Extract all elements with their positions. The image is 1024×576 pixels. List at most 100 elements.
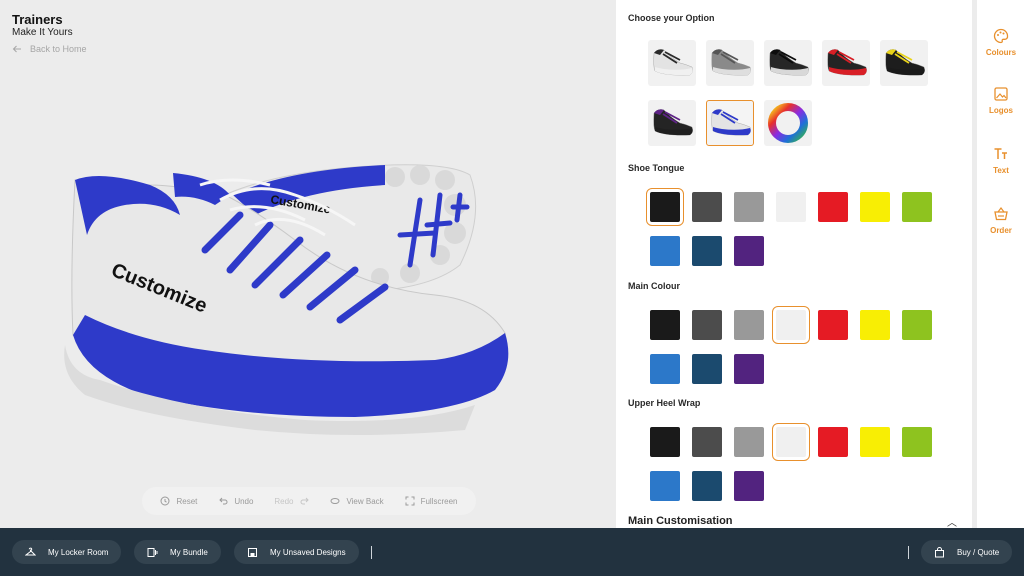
rotate-view-icon — [330, 498, 340, 504]
bag-icon — [935, 546, 944, 557]
custom-colour-wheel-option[interactable] — [764, 100, 812, 146]
swatch-upper-heel-wrap-0[interactable] — [650, 427, 680, 457]
bottom-divider-right — [908, 546, 909, 559]
back-label: Back to Home — [30, 44, 87, 54]
swatch-shoe-tongue-0[interactable] — [650, 192, 680, 222]
swatch-shoe-tongue-2[interactable] — [734, 192, 764, 222]
undo-label: Undo — [234, 496, 254, 506]
swatch-upper-heel-wrap-8[interactable] — [692, 471, 722, 501]
swatch-upper-heel-wrap-9[interactable] — [734, 471, 764, 501]
swatch-upper-heel-wrap-5[interactable] — [860, 427, 890, 457]
rail-item-text[interactable]: Text — [977, 132, 1024, 188]
rail-item-colours[interactable]: Colours — [977, 14, 1024, 70]
main-colour-heading: Main Colour — [628, 281, 680, 291]
swatch-upper-heel-wrap-3[interactable] — [776, 427, 806, 457]
locker-label: My Locker Room — [48, 547, 109, 557]
buy-quote-button[interactable]: Buy / Quote — [921, 540, 1013, 564]
swatch-shoe-tongue-8[interactable] — [692, 236, 722, 266]
swatch-shoe-tongue-9[interactable] — [734, 236, 764, 266]
swatch-main-colour-8[interactable] — [692, 354, 722, 384]
my-bundle-button[interactable]: My Bundle — [134, 540, 221, 564]
swatch-main-colour-1[interactable] — [692, 310, 722, 340]
redo-label: Redo — [274, 496, 294, 506]
page-title: Trainers — [12, 12, 63, 27]
fullscreen-label: Fullscreen — [420, 496, 458, 506]
swatch-upper-heel-wrap-6[interactable] — [902, 427, 932, 457]
swatch-main-colour-0[interactable] — [650, 310, 680, 340]
back-to-home-link[interactable]: Back to Home — [12, 44, 87, 54]
save-icon — [248, 547, 257, 557]
swatch-main-colour-4[interactable] — [818, 310, 848, 340]
shoe-thumbnail — [711, 49, 751, 76]
swatch-shoe-tongue-5[interactable] — [860, 192, 890, 222]
choose-option-heading: Choose your Option — [628, 13, 715, 23]
bottom-divider-left — [371, 546, 372, 559]
option-thumb-black[interactable] — [764, 40, 812, 86]
buy-label: Buy / Quote — [957, 547, 1000, 557]
redo-icon — [300, 497, 309, 505]
swatch-main-colour-6[interactable] — [902, 310, 932, 340]
swatch-main-colour-5[interactable] — [860, 310, 890, 340]
redo-button[interactable]: Redo — [274, 496, 309, 506]
3d-viewer[interactable]: Trainers Make It Yours Back to Home Cust… — [0, 0, 616, 528]
viewer-toolbar: Reset Undo Redo View Back Fullscreen — [142, 487, 476, 515]
swatch-shoe-tongue-4[interactable] — [818, 192, 848, 222]
reset-button[interactable]: Reset — [160, 496, 197, 506]
image-icon — [994, 86, 1008, 101]
bundle-label: My Bundle — [170, 547, 208, 557]
view-back-button[interactable]: View Back — [330, 496, 384, 506]
reset-label: Reset — [176, 496, 198, 506]
swatch-main-colour-7[interactable] — [650, 354, 680, 384]
shoe-thumbnail — [653, 109, 693, 136]
swatch-main-colour-3[interactable] — [776, 310, 806, 340]
option-thumb-grey[interactable] — [706, 40, 754, 86]
shoe-model[interactable]: Customize Customize — [55, 155, 525, 440]
page-subtitle: Make It Yours — [12, 27, 73, 38]
hanger-icon — [25, 547, 36, 555]
swatch-main-colour-9[interactable] — [734, 354, 764, 384]
fullscreen-button[interactable]: Fullscreen — [405, 496, 458, 506]
view-back-label: View Back — [346, 496, 384, 506]
rail-item-logos[interactable]: Logos — [977, 72, 1024, 128]
shoe-illustration: Customize Customize — [64, 164, 509, 435]
history-icon — [160, 496, 170, 506]
shoe-thumbnail — [711, 109, 751, 136]
basket-icon — [994, 206, 1008, 220]
bundle-icon — [147, 547, 158, 557]
swatch-upper-heel-wrap-1[interactable] — [692, 427, 722, 457]
swatch-shoe-tongue-6[interactable] — [902, 192, 932, 222]
chevron-up-icon[interactable]: ︿ — [947, 514, 957, 528]
my-locker-room-button[interactable]: My Locker Room — [12, 540, 122, 564]
rail-label-order: Order — [990, 225, 1012, 235]
shoe-thumbnail — [769, 49, 809, 76]
option-thumb-black-red[interactable] — [822, 40, 870, 86]
rail-label-colours: Colours — [985, 47, 1017, 57]
my-unsaved-designs-button[interactable]: My Unsaved Designs — [234, 540, 359, 564]
swatch-upper-heel-wrap-7[interactable] — [650, 471, 680, 501]
swatch-shoe-tongue-1[interactable] — [692, 192, 722, 222]
option-thumb-white-black[interactable] — [648, 40, 696, 86]
swatch-upper-heel-wrap-4[interactable] — [818, 427, 848, 457]
option-thumb-black-purple[interactable] — [648, 100, 696, 146]
shoe-thumbnail — [653, 49, 693, 76]
palette-icon — [993, 28, 1009, 43]
shoe-thumbnail — [885, 49, 925, 76]
upper-heel-wrap-heading: Upper Heel Wrap — [628, 398, 701, 408]
shoe-tongue-heading: Shoe Tongue — [628, 163, 685, 173]
undo-icon — [219, 497, 228, 505]
arrow-left-icon — [12, 45, 21, 53]
swatch-main-colour-2[interactable] — [734, 310, 764, 340]
fullscreen-icon — [405, 496, 415, 506]
swatch-upper-heel-wrap-2[interactable] — [734, 427, 764, 457]
swatch-shoe-tongue-7[interactable] — [650, 236, 680, 266]
bottom-bar: My Locker Room My Bundle My Unsaved Desi… — [0, 528, 1024, 576]
shoe-thumbnail — [827, 49, 867, 76]
swatch-shoe-tongue-3[interactable] — [776, 192, 806, 222]
undo-button[interactable]: Undo — [218, 496, 253, 506]
option-thumb-black-yellow[interactable] — [880, 40, 928, 86]
main-customisation-heading[interactable]: Main Customisation — [628, 515, 733, 527]
option-thumb-white-blue[interactable] — [706, 100, 754, 146]
text-icon — [994, 147, 1007, 159]
right-rail: Colours Logos Text Order — [976, 0, 1024, 528]
rail-item-order[interactable]: Order — [977, 192, 1024, 248]
